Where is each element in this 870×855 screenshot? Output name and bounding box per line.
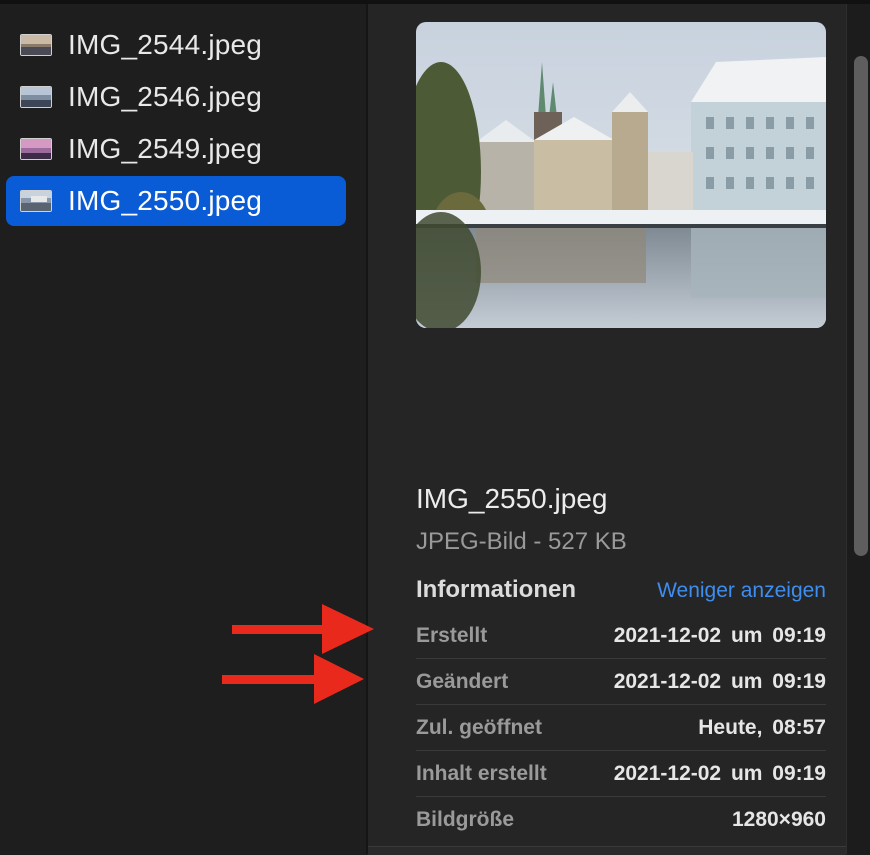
annotation-arrow-modified xyxy=(222,654,364,704)
info-label: Bildgröße xyxy=(416,808,514,831)
info-row-modified: Geändert 2021-12-02 um 09:19 xyxy=(416,658,826,705)
info-value: 1280×960 xyxy=(731,808,826,831)
file-name: IMG_2550.jpeg xyxy=(68,185,263,216)
info-value: 2021-12-02 um 09:19 xyxy=(613,624,826,647)
annotation-arrow-created xyxy=(232,604,374,654)
info-label: Zul. geöffnet xyxy=(416,716,542,739)
file-title: IMG_2550.jpeg xyxy=(416,483,608,514)
image-thumbnail-icon xyxy=(20,138,52,160)
show-less-link[interactable]: Weniger anzeigen xyxy=(657,579,826,603)
info-row-created: Erstellt 2021-12-02 um 09:19 xyxy=(416,612,826,659)
file-item-img-2544[interactable]: IMG_2544.jpeg xyxy=(6,20,346,70)
info-row-dimensions: Bildgröße 1280×960 xyxy=(416,796,826,842)
scrollbar-thumb[interactable] xyxy=(854,56,868,556)
info-value: 2021-12-02 um 09:19 xyxy=(613,670,826,693)
file-name: IMG_2549.jpeg xyxy=(68,133,263,164)
file-name: IMG_2546.jpeg xyxy=(68,81,263,112)
image-thumbnail-icon xyxy=(20,34,52,56)
info-label: Geändert xyxy=(416,670,509,693)
image-thumbnail-icon xyxy=(20,190,52,212)
info-value: 2021-12-02 um 09:19 xyxy=(613,762,826,785)
file-name: IMG_2544.jpeg xyxy=(68,29,263,60)
info-label: Inhalt erstellt xyxy=(416,762,547,785)
file-item-img-2546[interactable]: IMG_2546.jpeg xyxy=(6,72,346,122)
file-list: IMG_2544.jpeg IMG_2546.jpeg IMG_2549.jpe… xyxy=(0,4,366,854)
image-preview xyxy=(416,22,826,328)
info-value: Heute, 08:57 xyxy=(698,716,826,739)
file-kind-size: JPEG-Bild - 527 KB xyxy=(416,528,627,555)
image-thumbnail-icon xyxy=(20,86,52,108)
info-row-content-created: Inhalt erstellt 2021-12-02 um 09:19 xyxy=(416,750,826,797)
info-row-last-opened: Zul. geöffnet Heute, 08:57 xyxy=(416,704,826,751)
info-heading: Informationen xyxy=(416,576,576,603)
file-item-img-2550[interactable]: IMG_2550.jpeg xyxy=(6,176,346,226)
info-label: Erstellt xyxy=(416,624,488,647)
file-item-img-2549[interactable]: IMG_2549.jpeg xyxy=(6,124,346,174)
